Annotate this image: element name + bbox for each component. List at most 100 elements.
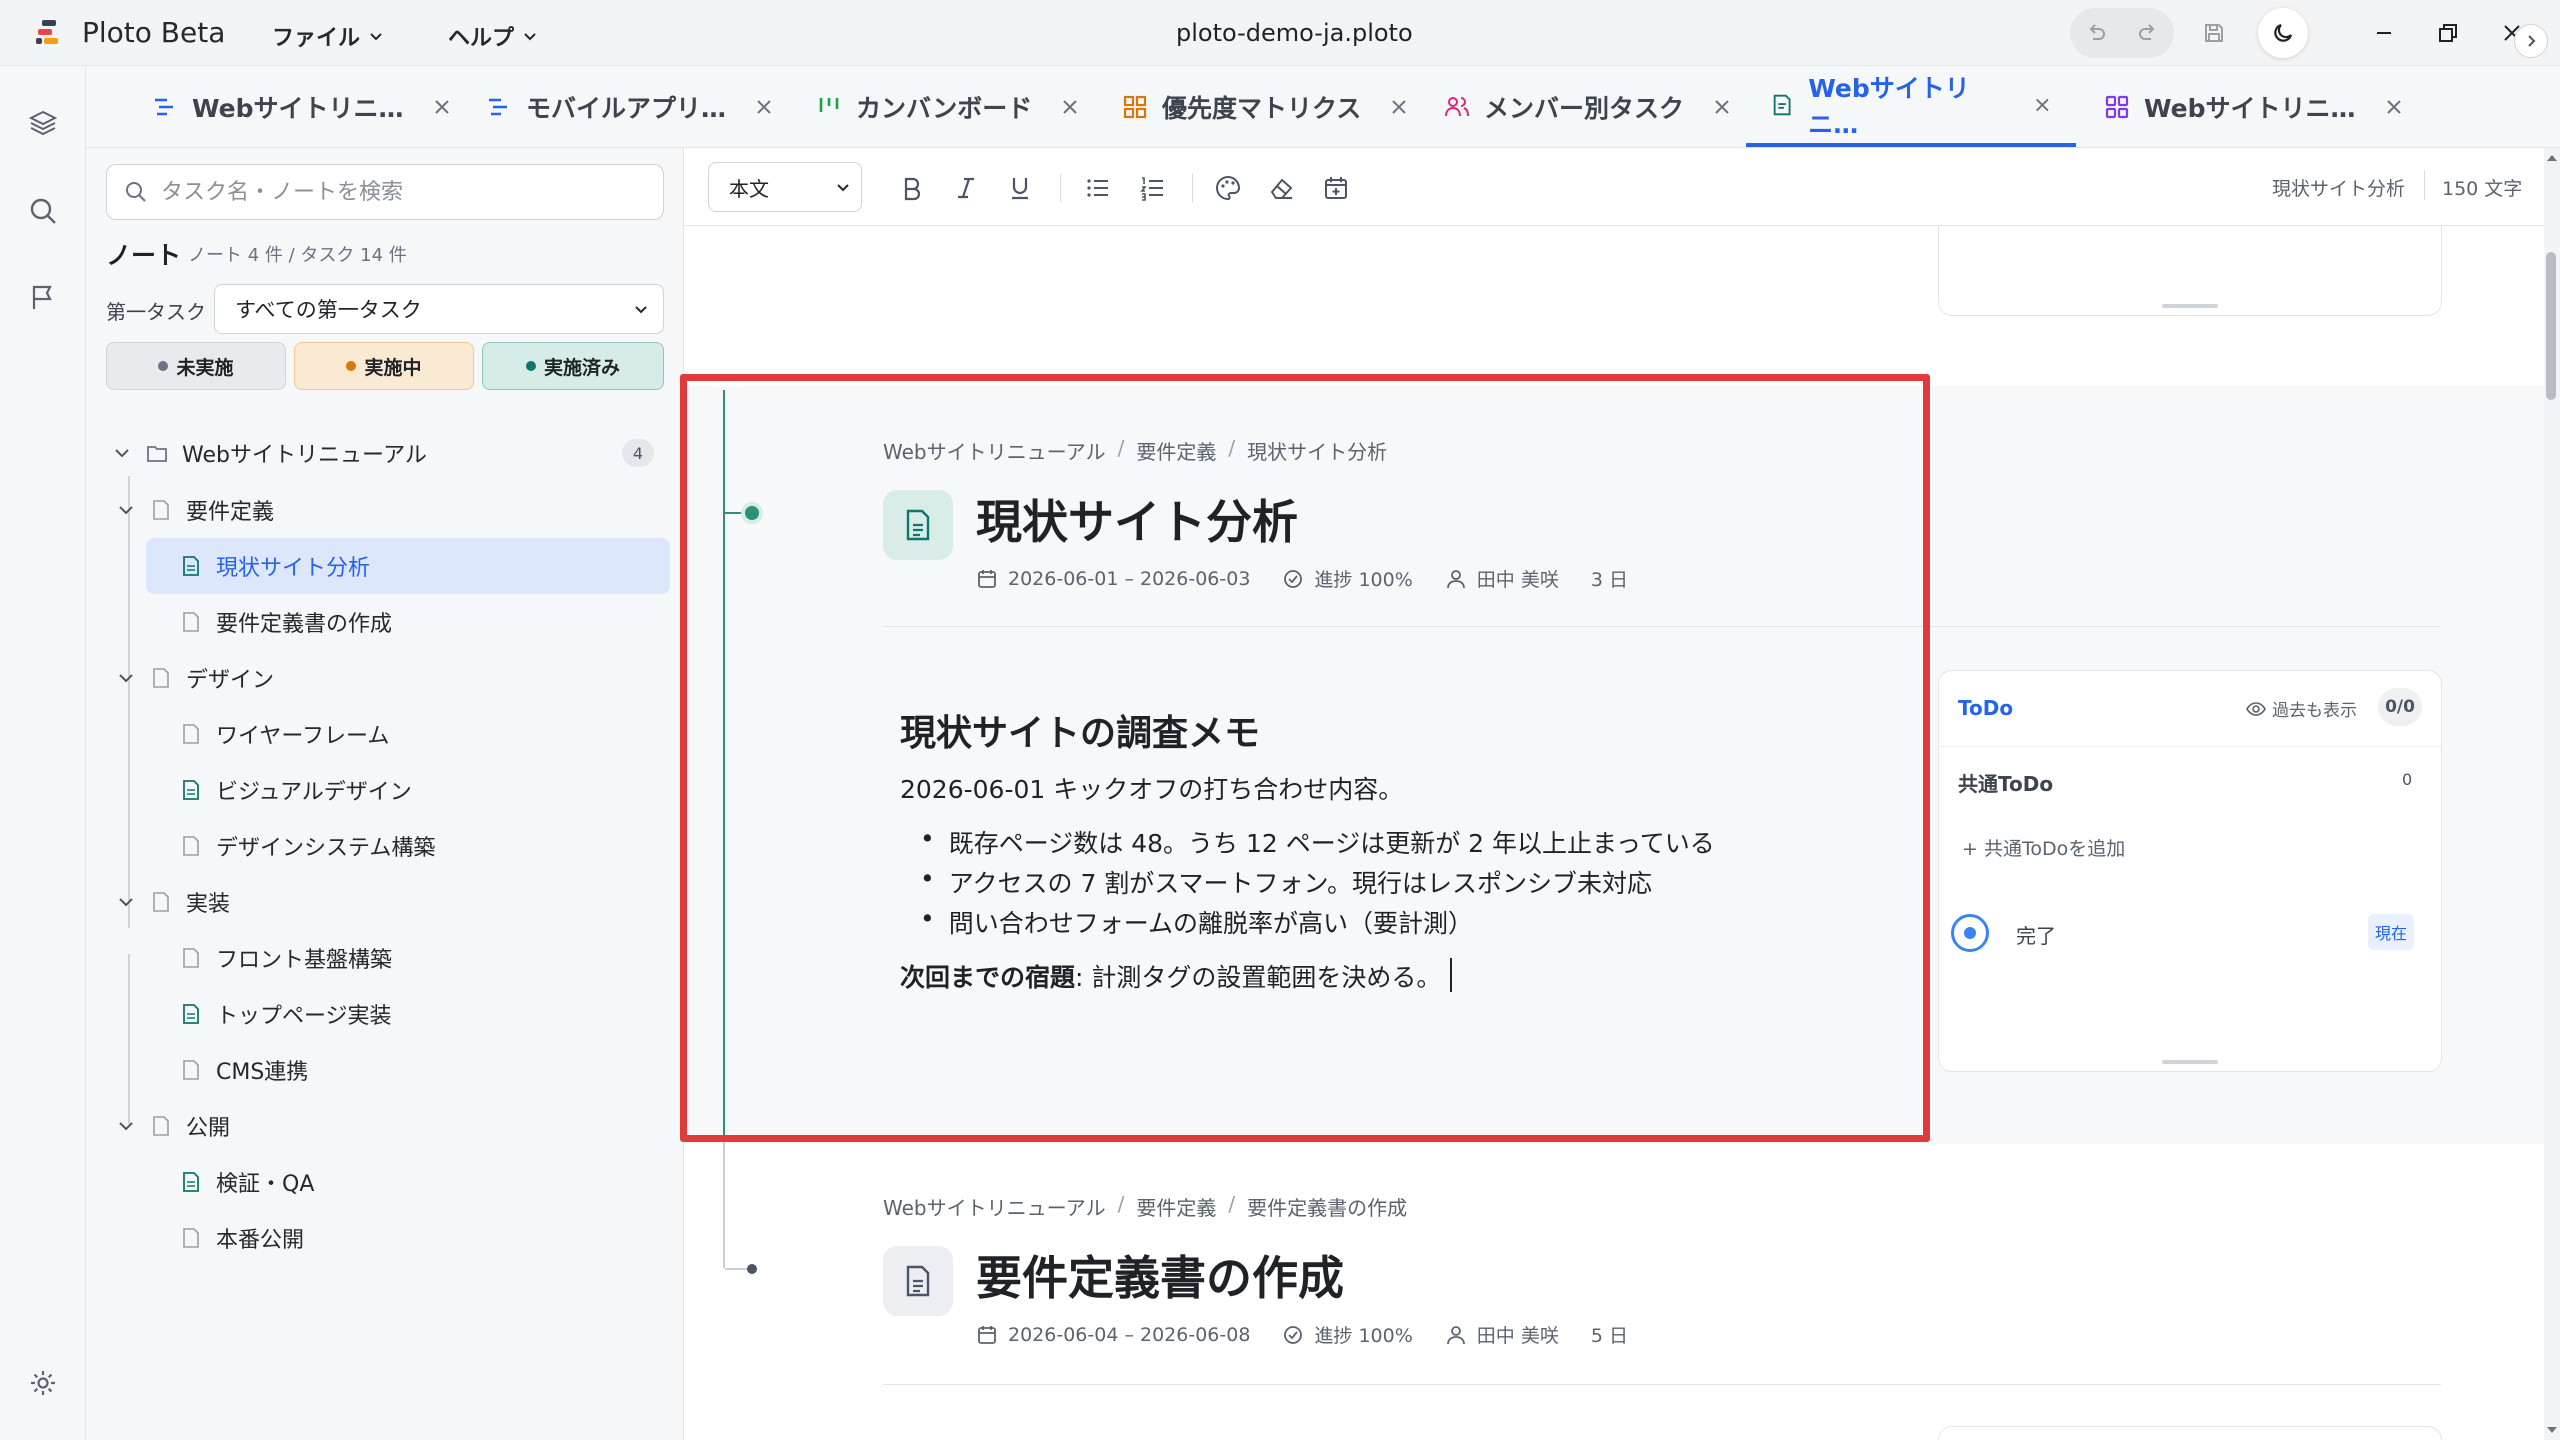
- status-dot: [525, 361, 536, 371]
- todo-count-badge: 0/0: [2378, 688, 2422, 726]
- close-icon[interactable]: [754, 97, 774, 117]
- resize-handle[interactable]: [2162, 1060, 2218, 1064]
- tree-item-current-site-analysis[interactable]: 現状サイト分析: [146, 538, 717, 594]
- scroll-down-icon[interactable]: [2544, 1422, 2560, 1438]
- todo-title: ToDo: [1958, 696, 2014, 720]
- settings-icon[interactable]: [22, 1362, 64, 1404]
- tree-project-web-renewal[interactable]: Webサイトリニューアル 4: [112, 425, 672, 481]
- document-icon: [183, 1228, 199, 1248]
- note-title[interactable]: 要件定義書の作成: [976, 1242, 1344, 1308]
- tree-group-release[interactable]: 公開: [116, 1098, 666, 1154]
- tree-item-cms[interactable]: CMS連携: [146, 1042, 670, 1098]
- divider: [1939, 746, 2441, 747]
- layers-icon[interactable]: [22, 102, 64, 144]
- tree-item-production-release[interactable]: 本番公開: [146, 1210, 670, 1266]
- menu-help[interactable]: ヘルプ: [448, 20, 538, 52]
- shared-todo-title: 共通ToDo: [1958, 772, 2054, 796]
- tree-item-requirements-doc[interactable]: 要件定義書の作成: [146, 594, 670, 650]
- status-filter-in-progress[interactable]: 実施中: [294, 342, 474, 390]
- underline-icon[interactable]: [1000, 168, 1040, 208]
- toolbar-divider: [1192, 174, 1193, 202]
- undo-icon[interactable]: [2076, 13, 2116, 53]
- todo-panel: [1938, 670, 2442, 1072]
- bullet-list-icon[interactable]: [1078, 168, 1118, 208]
- chevron-down-icon: [115, 449, 129, 458]
- timeline-connector: [725, 1268, 747, 1270]
- flag-icon[interactable]: [22, 276, 64, 318]
- search-field[interactable]: [106, 164, 664, 220]
- tab-member-tasks[interactable]: メンバー別タスク: [1444, 66, 1732, 147]
- tree-group-requirements[interactable]: 要件定義: [116, 482, 666, 538]
- eraser-icon[interactable]: [1262, 168, 1302, 208]
- close-icon[interactable]: [2384, 97, 2404, 117]
- tree-item-top-page[interactable]: トップページ実装: [146, 986, 717, 1042]
- note-meta: 2026-06-04 – 2026-06-08 進捗 100% 田中 美咲 5 …: [976, 1321, 1628, 1348]
- close-icon[interactable]: [1712, 97, 1732, 117]
- document-icon: [183, 836, 199, 856]
- search-icon[interactable]: [22, 190, 64, 232]
- calendar-add-icon[interactable]: [1316, 168, 1356, 208]
- moon-icon: [2263, 13, 2303, 53]
- redo-icon[interactable]: [2128, 13, 2168, 53]
- divider: [883, 1384, 2441, 1385]
- tab-priority-matrix[interactable]: 優先度マトリクス: [1122, 66, 1409, 147]
- gantt-icon: [489, 98, 507, 115]
- folder-icon: [147, 446, 167, 462]
- block-format-select[interactable]: 本文: [708, 162, 862, 212]
- breadcrumb-group[interactable]: 要件定義: [1136, 1192, 1216, 1221]
- app-name: Ploto Beta: [82, 16, 226, 49]
- tab-web-renewal-gantt[interactable]: Webサイトリニ…: [152, 66, 452, 147]
- close-icon[interactable]: [432, 97, 452, 117]
- highlight-box: [680, 374, 1930, 1142]
- first-task-select[interactable]: すべての第一タスク: [214, 284, 664, 334]
- tree-group-design[interactable]: デザイン: [116, 650, 666, 706]
- note-edit-icon: [1773, 94, 1791, 115]
- complete-label: 完了: [2016, 924, 2056, 948]
- close-icon[interactable]: [2033, 95, 2052, 115]
- chevron-down-icon: [119, 506, 133, 515]
- tree-item-frontend-base[interactable]: フロント基盤構築: [146, 930, 670, 986]
- restore-icon[interactable]: [2428, 13, 2468, 53]
- scroll-up-icon[interactable]: [2544, 150, 2560, 166]
- tree-item-visual-design[interactable]: ビジュアルデザイン: [146, 762, 717, 818]
- chevron-down-icon: [119, 674, 133, 683]
- tree-item-wireframe[interactable]: ワイヤーフレーム: [146, 706, 670, 762]
- next-todo-panel: [1938, 1426, 2442, 1440]
- close-icon[interactable]: [1060, 97, 1080, 117]
- italic-icon[interactable]: [946, 168, 986, 208]
- tab-web-renewal-grid[interactable]: Webサイトリニ…: [2104, 66, 2404, 147]
- numbered-list-icon[interactable]: [1132, 168, 1172, 208]
- menu-file[interactable]: ファイル: [272, 20, 384, 52]
- add-shared-todo-button[interactable]: + 共通ToDoを追加: [1962, 834, 2125, 861]
- tab-scroll-right-button[interactable]: [2514, 24, 2548, 58]
- show-past-toggle[interactable]: 過去も表示: [2246, 696, 2357, 721]
- complete-radio[interactable]: [1951, 914, 1989, 952]
- note-document-icon: [883, 1246, 953, 1316]
- close-icon[interactable]: [1389, 97, 1409, 117]
- eye-icon: [2246, 701, 2266, 716]
- tree-group-implementation[interactable]: 実装: [116, 874, 666, 930]
- kanban-icon: [819, 97, 839, 112]
- minimize-icon[interactable]: [2364, 13, 2404, 53]
- tab-mobile-app[interactable]: モバイルアプリ…: [486, 66, 774, 147]
- chevron-down-icon: [119, 1122, 133, 1131]
- breadcrumb-project[interactable]: Webサイトリニューアル: [883, 1192, 1106, 1221]
- status-filter-not-started[interactable]: 未実施: [106, 342, 286, 390]
- palette-icon[interactable]: [1208, 168, 1248, 208]
- save-icon[interactable]: [2194, 13, 2234, 53]
- status-filter-done[interactable]: 実施済み: [482, 342, 664, 390]
- tree-item-qa[interactable]: 検証・QA: [146, 1154, 717, 1210]
- tab-web-renewal-notes[interactable]: Webサイトリニ…: [1746, 66, 2076, 147]
- document-icon: [153, 892, 169, 912]
- document-icon: [183, 780, 199, 800]
- toolbar-divider: [1060, 174, 1061, 202]
- tree-item-design-system[interactable]: デザインシステム構築: [146, 818, 670, 874]
- document-icon: [153, 500, 169, 520]
- bold-icon[interactable]: [892, 168, 932, 208]
- title-bar: Ploto Beta ファイル ヘルプ ploto-demo-ja.ploto: [0, 0, 2560, 66]
- resize-handle[interactable]: [2162, 304, 2218, 308]
- tab-kanban[interactable]: カンバンボード: [816, 66, 1080, 147]
- notes-count: ノート 4 件 / タスク 14 件: [188, 245, 407, 266]
- scrollbar-thumb[interactable]: [2546, 252, 2556, 400]
- search-input[interactable]: [161, 179, 641, 205]
